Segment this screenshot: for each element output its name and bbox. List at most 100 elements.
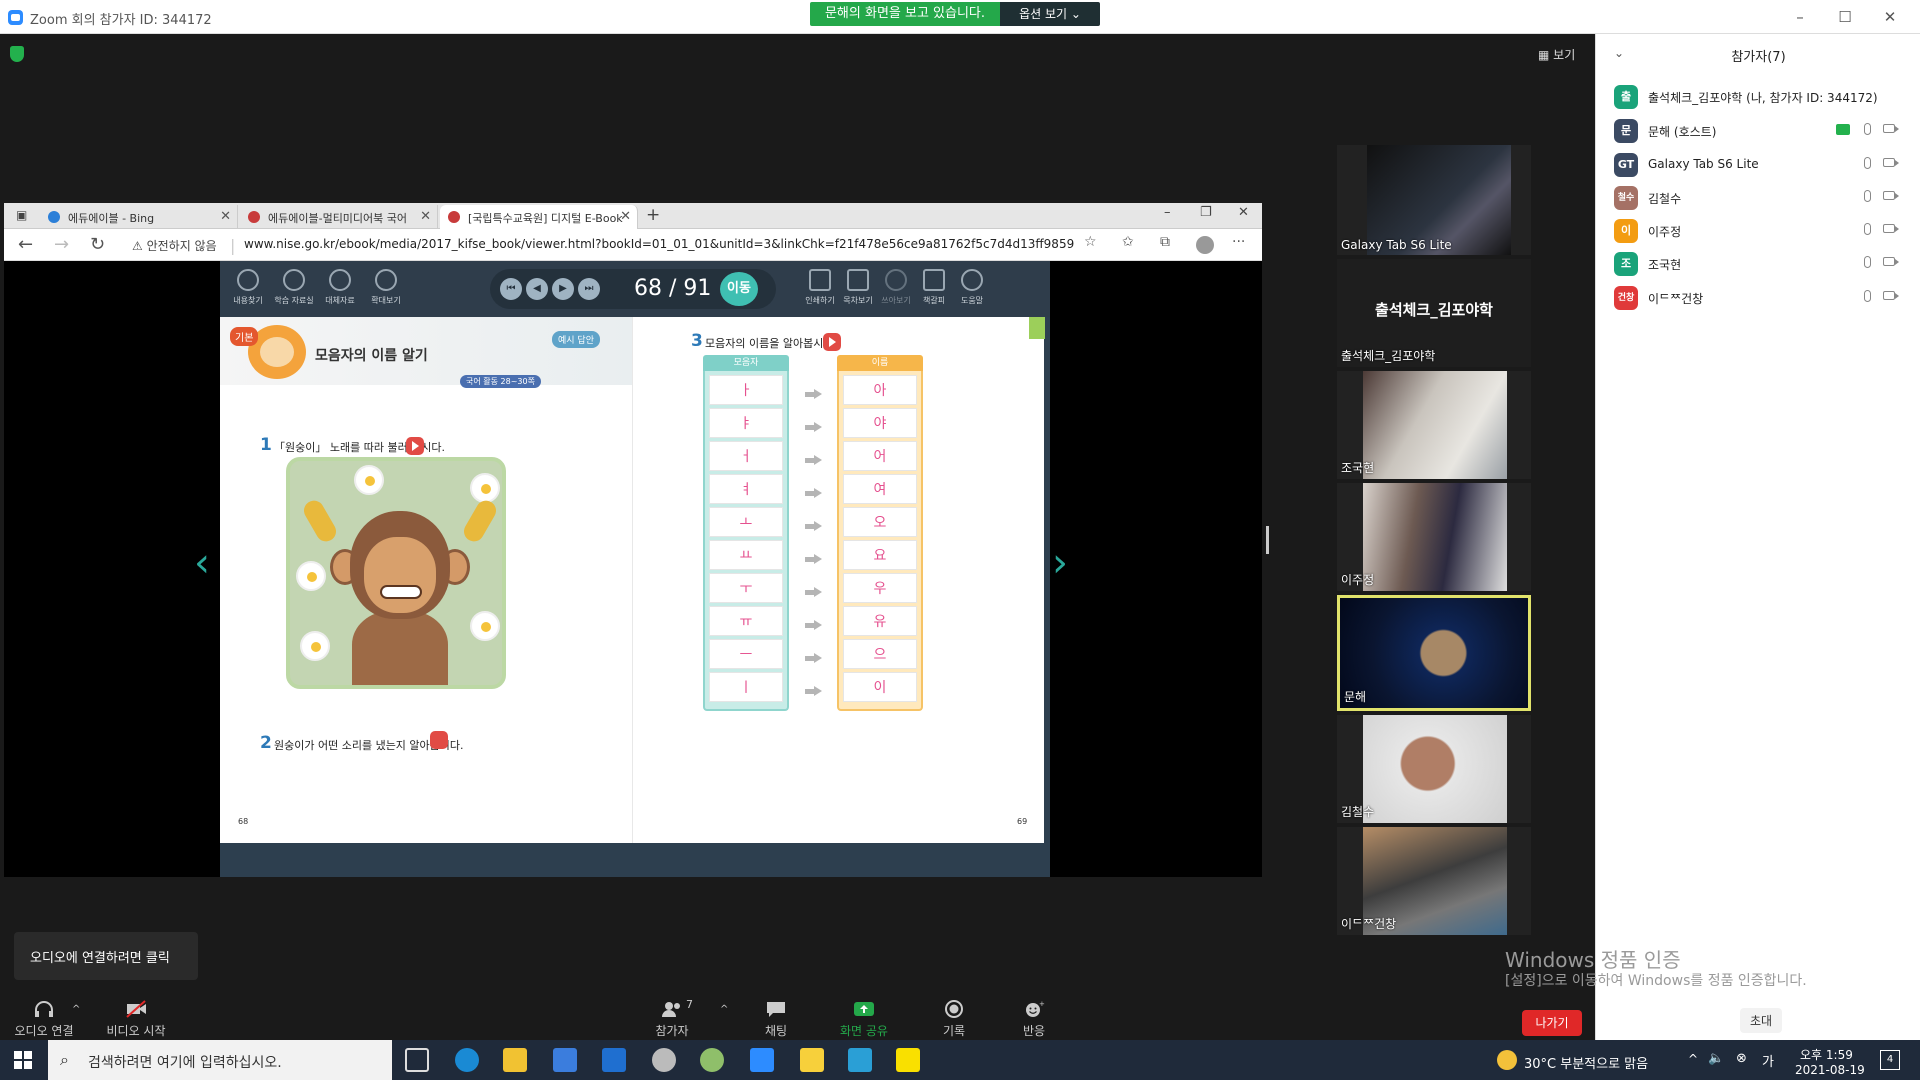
video-tile[interactable]: 이주정 — [1337, 483, 1531, 591]
go-button[interactable]: 이동 — [720, 272, 758, 306]
prev-spread-icon[interactable]: ‹ — [190, 543, 214, 583]
video-camera-icon[interactable] — [1883, 158, 1899, 167]
participant-row[interactable]: 철수 김철수 — [1596, 181, 1920, 215]
name-cell[interactable]: 어 — [843, 441, 917, 471]
video-tile[interactable]: 김철수 — [1337, 715, 1531, 823]
video-tile[interactable]: 이ᄃᄍ건창 — [1337, 827, 1531, 935]
app-icon[interactable] — [652, 1048, 676, 1072]
vowel-cell[interactable]: ㅏ — [709, 375, 783, 405]
participant-row[interactable]: 출 출석체크_김포야학 (나, 참가자 ID: 344172) — [1596, 80, 1920, 114]
zoom-app-icon[interactable] — [750, 1048, 774, 1072]
weather-icon[interactable] — [1497, 1050, 1517, 1070]
play-audio-icon[interactable] — [406, 437, 424, 455]
clock-date[interactable]: 2021-08-19 — [1795, 1063, 1865, 1077]
hangul-app-icon[interactable] — [848, 1048, 872, 1072]
back-icon[interactable]: ← — [18, 234, 33, 255]
mail-icon[interactable] — [602, 1048, 626, 1072]
video-tile[interactable]: Galaxy Tab S6 Lite — [1337, 145, 1531, 255]
video-camera-icon[interactable] — [1883, 124, 1899, 133]
network-icon[interactable]: ⊗ — [1736, 1051, 1747, 1066]
notification-center-icon[interactable]: 4 — [1880, 1050, 1900, 1070]
help-tool[interactable]: 도움말 — [950, 269, 994, 306]
name-cell[interactable]: 오 — [843, 507, 917, 537]
view-options-button[interactable]: 옵션 보기 ⌄ — [1000, 2, 1100, 26]
first-page-icon[interactable]: ⏮ — [500, 278, 522, 300]
security-shield-icon[interactable] — [10, 46, 24, 62]
next-page-icon[interactable]: ▶ — [552, 278, 574, 300]
share-screen-button[interactable]: 화면 공유 — [824, 1000, 904, 1039]
split-drag-handle[interactable] — [1266, 526, 1269, 554]
vowel-cell[interactable]: ㅗ — [709, 507, 783, 537]
zoom-in-tool[interactable]: 확대보기 — [364, 269, 408, 306]
name-cell[interactable]: 유 — [843, 606, 917, 636]
page-indicator[interactable]: 68 / 91 — [634, 276, 711, 301]
file-explorer-icon[interactable] — [503, 1048, 527, 1072]
participant-row[interactable]: 건창 이ᄃᄍ건창 — [1596, 281, 1920, 315]
mic-icon[interactable] — [1864, 223, 1871, 235]
more-menu-icon[interactable]: ··· — [1232, 234, 1245, 250]
reload-icon[interactable]: ↻ — [90, 234, 105, 255]
clock-time[interactable]: 오후 1:59 — [1800, 1046, 1853, 1063]
vowel-cell[interactable]: ㅕ — [709, 474, 783, 504]
sticky-notes-icon[interactable] — [800, 1048, 824, 1072]
name-cell[interactable]: 아 — [843, 375, 917, 405]
vowel-cell[interactable]: ㅜ — [709, 573, 783, 603]
vowel-cell[interactable]: ㅣ — [709, 672, 783, 702]
edge-browser-icon[interactable] — [455, 1048, 479, 1072]
profile-avatar[interactable] — [1196, 236, 1214, 254]
mic-icon[interactable] — [1864, 157, 1871, 169]
browser-close-icon[interactable]: ✕ — [1238, 205, 1249, 220]
record-button[interactable]: 기록 — [914, 1000, 994, 1039]
play-audio-icon[interactable] — [823, 333, 841, 351]
audio-options-caret-icon[interactable]: ^ — [72, 1004, 80, 1015]
weather-text[interactable]: 30°C 부분적으로 맑음 — [1524, 1053, 1648, 1072]
mic-icon[interactable] — [1864, 190, 1871, 202]
maximize-icon[interactable]: ☐ — [1825, 6, 1865, 28]
task-view-icon[interactable] — [405, 1048, 429, 1072]
tab-actions-icon[interactable]: ▣ — [16, 208, 27, 222]
browser-minimize-icon[interactable]: – — [1164, 205, 1171, 220]
vowel-cell[interactable]: ㅓ — [709, 441, 783, 471]
vowel-cell[interactable]: ㅛ — [709, 540, 783, 570]
mic-icon[interactable] — [1864, 123, 1871, 135]
new-tab-icon[interactable]: + — [646, 205, 660, 225]
video-tile[interactable]: 출석체크_김포야학 출석체크_김포야학 — [1337, 259, 1531, 367]
mic-icon[interactable] — [1864, 256, 1871, 268]
url-input[interactable]: www.nise.go.kr/ebook/media/2017_kifse_bo… — [244, 237, 1074, 251]
favorites-icon[interactable]: ✩ — [1122, 234, 1134, 250]
close-tab-icon[interactable]: ✕ — [420, 209, 431, 224]
start-video-button[interactable]: 비디오 시작 — [96, 1000, 176, 1039]
collections-icon[interactable]: ⧉ — [1160, 234, 1170, 250]
name-cell[interactable]: 이 — [843, 672, 917, 702]
leave-meeting-button[interactable]: 나가기 — [1522, 1010, 1582, 1036]
search-content-tool[interactable]: 내용찾기 — [226, 269, 270, 306]
participant-row[interactable]: 조 조국현 — [1596, 247, 1920, 281]
alt-materials-tool[interactable]: 대체자료 — [318, 269, 362, 306]
browser-tab-ebook[interactable]: [국립특수교육원] 디지털 E-Book ✕ — [440, 205, 638, 229]
active-speaker-tile[interactable]: 문해 — [1337, 595, 1531, 711]
reactions-button[interactable]: + 반응 — [994, 1000, 1074, 1039]
windows-start-icon[interactable] — [14, 1051, 32, 1069]
audio-connect-tooltip[interactable]: 오디오에 연결하려면 클릭 — [14, 932, 198, 980]
name-cell[interactable]: 여 — [843, 474, 917, 504]
participants-caret-icon[interactable]: ^ — [720, 1004, 728, 1015]
name-cell[interactable]: 우 — [843, 573, 917, 603]
security-warning[interactable]: ⚠ 안전하지 않음 — [132, 237, 217, 254]
taskbar-search[interactable]: ⌕ 검색하려면 여기에 입력하십시오. — [48, 1040, 392, 1080]
participant-row[interactable]: GT Galaxy Tab S6 Lite — [1596, 148, 1920, 182]
name-cell[interactable]: 으 — [843, 639, 917, 669]
participant-row[interactable]: 문 문해 (호스트) — [1596, 114, 1920, 148]
browser-tab-edu[interactable]: 에듀에이블-멀티미디어북 국어 ✕ — [240, 205, 438, 229]
ime-icon[interactable]: 가 — [1762, 1051, 1774, 1070]
vowel-cell[interactable]: ㅠ — [709, 606, 783, 636]
close-tab-icon[interactable]: ✕ — [220, 209, 231, 224]
name-cell[interactable]: 야 — [843, 408, 917, 438]
name-cell[interactable]: 요 — [843, 540, 917, 570]
video-camera-icon[interactable] — [1883, 224, 1899, 233]
add-favorite-icon[interactable]: ☆ — [1084, 234, 1097, 250]
participant-row[interactable]: 이 이주정 — [1596, 214, 1920, 248]
mic-icon[interactable] — [1864, 290, 1871, 302]
last-page-icon[interactable]: ⏭ — [578, 278, 600, 300]
study-materials-tool[interactable]: 학습 자료실 — [272, 269, 316, 306]
kakaotalk-icon[interactable] — [896, 1048, 920, 1072]
